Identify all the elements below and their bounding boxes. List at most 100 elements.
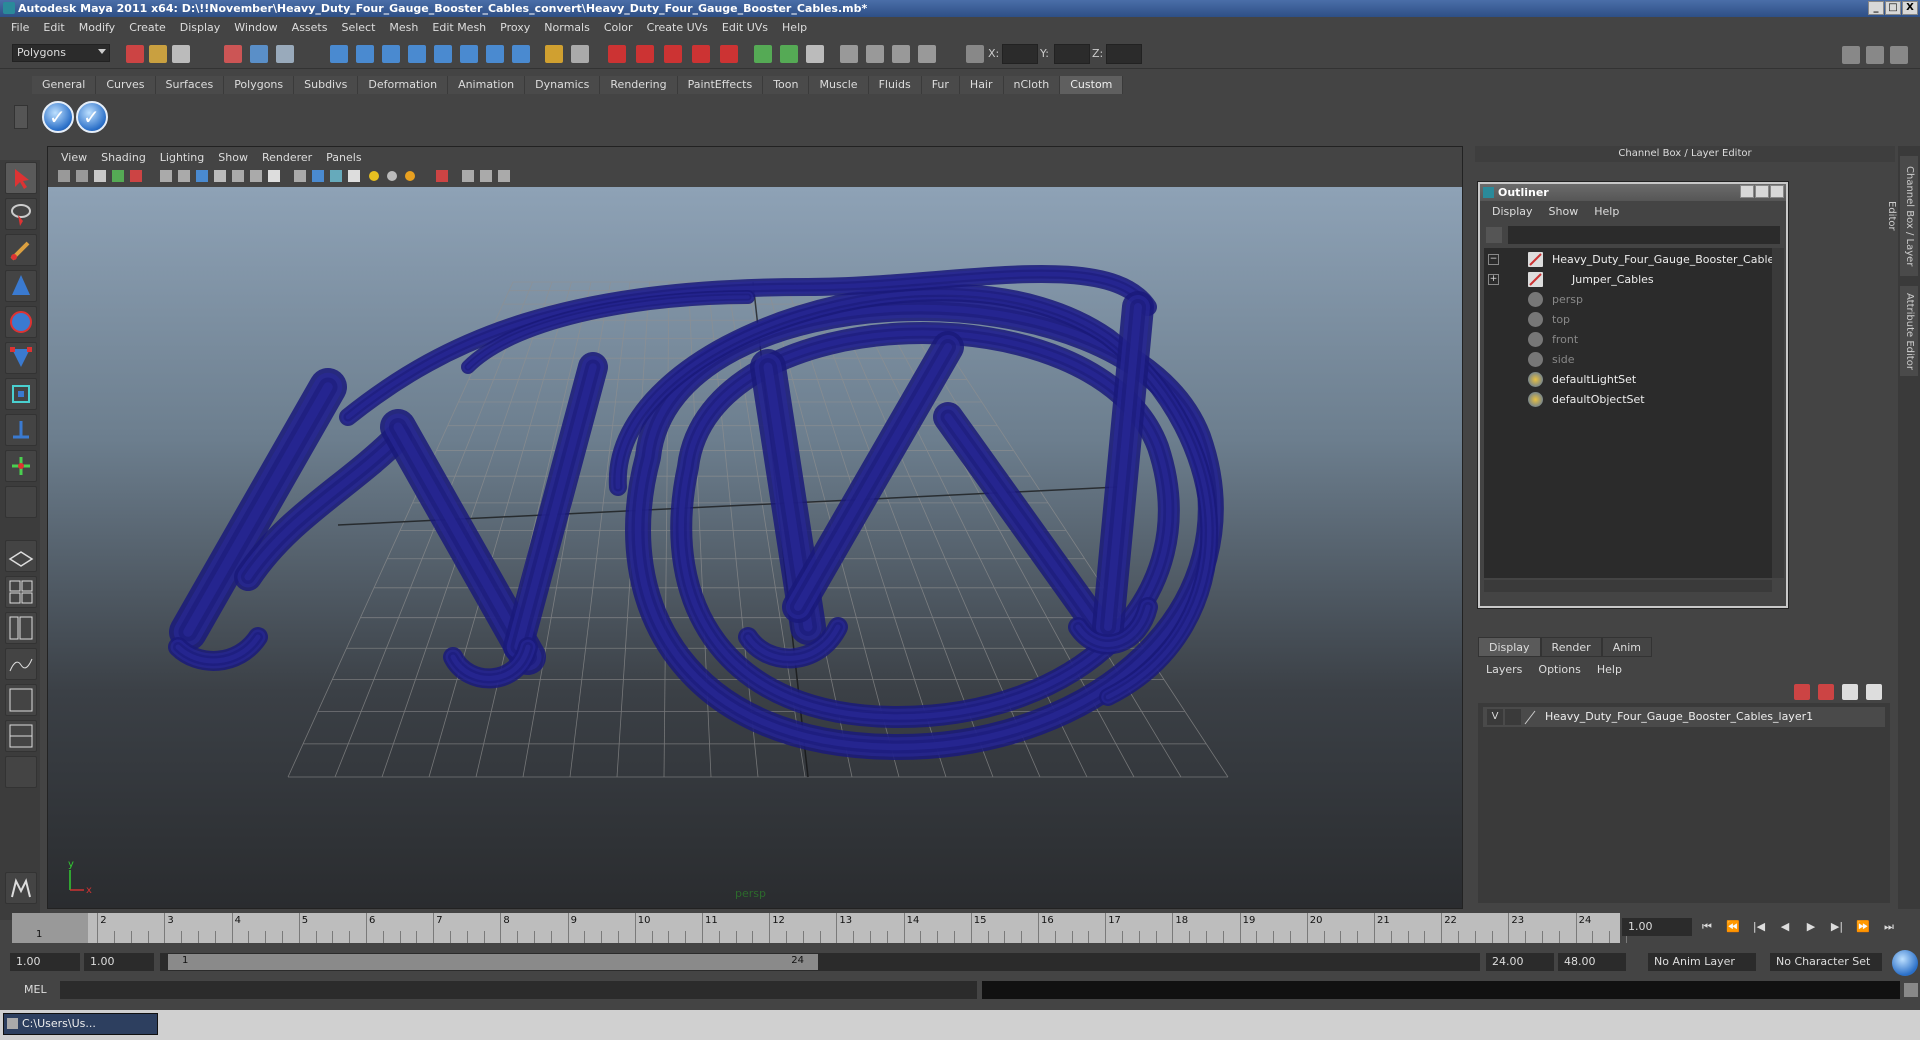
- select-hierarchy-icon[interactable]: [224, 45, 242, 63]
- outliner-item[interactable]: persp: [1484, 290, 1772, 309]
- playback-end-input[interactable]: 24.00: [1486, 953, 1554, 971]
- outliner-menu-display[interactable]: Display: [1484, 205, 1541, 218]
- lock-icon[interactable]: [545, 45, 563, 63]
- layer-color-swatch-icon[interactable]: [1523, 709, 1537, 725]
- move-layer-up-icon[interactable]: [1842, 684, 1858, 700]
- character-set-dropdown[interactable]: No Character Set: [1770, 953, 1882, 971]
- menu-edit-mesh[interactable]: Edit Mesh: [425, 21, 493, 34]
- menu-window[interactable]: Window: [227, 21, 284, 34]
- shelf-tab-fluids[interactable]: Fluids: [868, 76, 922, 94]
- tool-settings-toggle-icon[interactable]: [1866, 46, 1884, 64]
- shelf-tab-general[interactable]: General: [32, 76, 97, 94]
- move-layer-down-icon[interactable]: [1866, 684, 1882, 700]
- select-tool-icon[interactable]: [5, 162, 37, 194]
- outliner-filter-icon[interactable]: [1486, 227, 1502, 243]
- move-tool-icon[interactable]: [5, 270, 37, 302]
- camera-tumble-icon[interactable]: [866, 45, 884, 63]
- play-forwards-button[interactable]: ▶: [1802, 920, 1820, 934]
- play-backwards-button[interactable]: ◀: [1776, 920, 1794, 934]
- transform-mode-icon[interactable]: [966, 45, 984, 63]
- outliner-item[interactable]: side: [1484, 350, 1772, 369]
- shelf-tab-dynamics[interactable]: Dynamics: [525, 76, 601, 94]
- last-tool-icon[interactable]: [5, 486, 37, 518]
- menu-help[interactable]: Help: [775, 21, 814, 34]
- shelf-tab-ncloth[interactable]: nCloth: [1003, 76, 1061, 94]
- shelf-tab-muscle[interactable]: Muscle: [809, 76, 869, 94]
- outliner-maximize-button[interactable]: [1755, 185, 1769, 198]
- outliner-minimize-button[interactable]: [1740, 185, 1754, 198]
- script-editor-icon[interactable]: [1904, 983, 1918, 997]
- display-layer-row[interactable]: V Heavy_Duty_Four_Gauge_Booster_Cables_l…: [1483, 707, 1885, 727]
- outliner-item[interactable]: defaultObjectSet: [1484, 390, 1772, 409]
- attribute-editor-toggle-icon[interactable]: [1842, 46, 1860, 64]
- snap-point-icon[interactable]: [382, 45, 400, 63]
- camera-dolly-icon[interactable]: [918, 45, 936, 63]
- vp-menu-renderer[interactable]: Renderer: [255, 151, 319, 164]
- layer-type-toggle[interactable]: [1505, 709, 1521, 725]
- camera-track-icon[interactable]: [892, 45, 910, 63]
- render-region-icon[interactable]: [636, 45, 654, 63]
- booster-cables-mesh[interactable]: [168, 264, 1224, 761]
- render-frame-icon[interactable]: [608, 45, 626, 63]
- minimize-button[interactable]: _: [1868, 1, 1884, 15]
- step-forward-key-button[interactable]: ⏩: [1854, 920, 1872, 934]
- animation-end-input[interactable]: 48.00: [1558, 953, 1626, 971]
- universal-manip-icon[interactable]: [5, 378, 37, 410]
- attribute-editor-side-tab[interactable]: Attribute Editor: [1900, 286, 1918, 376]
- layer-tab-render[interactable]: Render: [1540, 637, 1602, 657]
- shelf-tab-hair[interactable]: Hair: [959, 76, 1004, 94]
- layer-tab-anim[interactable]: Anim: [1601, 637, 1652, 657]
- menu-create-uvs[interactable]: Create UVs: [640, 21, 715, 34]
- time-slider[interactable]: 123456789101112131415161718192021222324: [12, 913, 1627, 943]
- history-icon[interactable]: [571, 45, 589, 63]
- y-input[interactable]: [1054, 44, 1090, 64]
- select-component-icon[interactable]: [276, 45, 294, 63]
- scale-tool-icon[interactable]: [5, 342, 37, 374]
- create-layer-from-selected-icon[interactable]: [1818, 684, 1834, 700]
- shelf-tab-custom[interactable]: Custom: [1060, 76, 1124, 94]
- shelf-tab-curves[interactable]: Curves: [96, 76, 156, 94]
- playback-start-input[interactable]: 1.00: [84, 953, 154, 971]
- z-input[interactable]: [1106, 44, 1142, 64]
- outliner-item[interactable]: top: [1484, 310, 1772, 329]
- menu-normals[interactable]: Normals: [537, 21, 597, 34]
- anim-layer-dropdown[interactable]: No Anim Layer: [1648, 953, 1756, 971]
- vp-menu-show[interactable]: Show: [211, 151, 255, 164]
- select-object-icon[interactable]: [250, 45, 268, 63]
- menu-color[interactable]: Color: [597, 21, 640, 34]
- snap-view-icon[interactable]: [486, 45, 504, 63]
- render-settings-icon[interactable]: [692, 45, 710, 63]
- snap-surface-icon[interactable]: [460, 45, 478, 63]
- shelf-tab-painteffects[interactable]: PaintEffects: [677, 76, 764, 94]
- snap-grid-icon[interactable]: [330, 45, 348, 63]
- menu-select[interactable]: Select: [334, 21, 382, 34]
- rename-icon[interactable]: [806, 45, 824, 63]
- maximize-button[interactable]: □: [1885, 1, 1901, 15]
- shelf-tab-subdivs[interactable]: Subdivs: [294, 76, 359, 94]
- soft-mod-tool-icon[interactable]: [5, 414, 37, 446]
- close-button[interactable]: X: [1902, 1, 1918, 15]
- rotate-tool-icon[interactable]: [5, 306, 37, 338]
- menu-display[interactable]: Display: [173, 21, 228, 34]
- output-ops-icon[interactable]: [780, 45, 798, 63]
- outliner-menu-show[interactable]: Show: [1541, 205, 1587, 218]
- menu-assets[interactable]: Assets: [285, 21, 335, 34]
- open-scene-icon[interactable]: [149, 45, 167, 63]
- lasso-tool-icon[interactable]: [5, 198, 37, 230]
- shelf-tab-deformation[interactable]: Deformation: [358, 76, 449, 94]
- outliner-item[interactable]: front: [1484, 330, 1772, 349]
- step-forward-frame-button[interactable]: ▶|: [1828, 920, 1846, 934]
- step-back-key-button[interactable]: ⏪: [1724, 920, 1742, 934]
- outliner-vscrollbar[interactable]: [1772, 248, 1784, 578]
- outliner-persp-layout-icon[interactable]: [5, 612, 37, 644]
- outliner-close-button[interactable]: [1770, 185, 1784, 198]
- collapse-icon[interactable]: −: [1488, 254, 1499, 265]
- snap-plane-icon[interactable]: [408, 45, 426, 63]
- outliner-item[interactable]: − Heavy_Duty_Four_Gauge_Booster_Cables: [1484, 250, 1780, 269]
- mel-label[interactable]: MEL: [24, 983, 47, 996]
- outliner-menu-help[interactable]: Help: [1586, 205, 1627, 218]
- go-to-start-button[interactable]: ⏮: [1698, 920, 1716, 934]
- layer-visibility-toggle[interactable]: V: [1487, 709, 1503, 725]
- mel-command-input[interactable]: [60, 981, 977, 999]
- vp-menu-shading[interactable]: Shading: [94, 151, 153, 164]
